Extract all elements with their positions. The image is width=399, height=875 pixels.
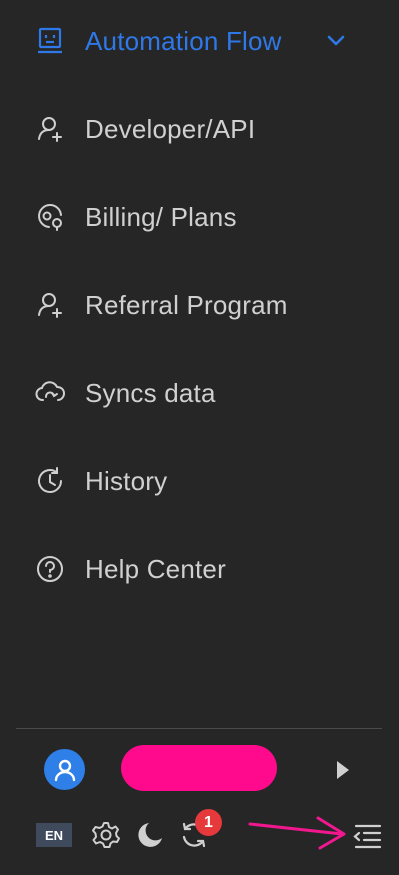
- cloud-sync-icon: [34, 377, 66, 409]
- gear-icon[interactable]: [90, 819, 122, 851]
- billing-icon: [34, 201, 66, 233]
- moon-icon[interactable]: [134, 819, 166, 851]
- notification-badge: 1: [195, 809, 222, 836]
- nav-item-billing-plans[interactable]: Billing/ Plans: [0, 187, 399, 247]
- nav-item-label: Referral Program: [85, 289, 288, 320]
- annotation-arrow: [248, 816, 346, 850]
- caret-right-icon[interactable]: [334, 758, 352, 782]
- user-name-redacted: [121, 745, 277, 791]
- language-button[interactable]: EN: [36, 823, 72, 847]
- nav-item-label: Help Center: [85, 553, 226, 584]
- user-add-icon: [34, 289, 66, 321]
- nav-item-label: Automation Flow: [85, 25, 282, 56]
- divider: [16, 728, 382, 729]
- history-icon: [34, 465, 66, 497]
- collapse-sidebar-icon[interactable]: [352, 822, 382, 850]
- nav-item-developer-api[interactable]: Developer/API: [0, 99, 399, 159]
- chevron-down-icon[interactable]: [324, 29, 348, 53]
- robot-icon: [34, 25, 66, 57]
- user-add-icon: [34, 113, 66, 145]
- help-icon: [34, 553, 66, 585]
- nav-item-label: Syncs data: [85, 377, 216, 408]
- nav-item-label: History: [85, 465, 168, 496]
- nav-item-label: Billing/ Plans: [85, 201, 237, 232]
- nav-item-referral-program[interactable]: Referral Program: [0, 275, 399, 335]
- nav-item-automation-flow[interactable]: Automation Flow: [0, 11, 399, 71]
- nav-item-label: Developer/API: [85, 113, 256, 144]
- nav-item-history[interactable]: History: [0, 451, 399, 511]
- nav-item-help-center[interactable]: Help Center: [0, 539, 399, 599]
- avatar[interactable]: [44, 749, 85, 790]
- nav-item-syncs-data[interactable]: Syncs data: [0, 363, 399, 423]
